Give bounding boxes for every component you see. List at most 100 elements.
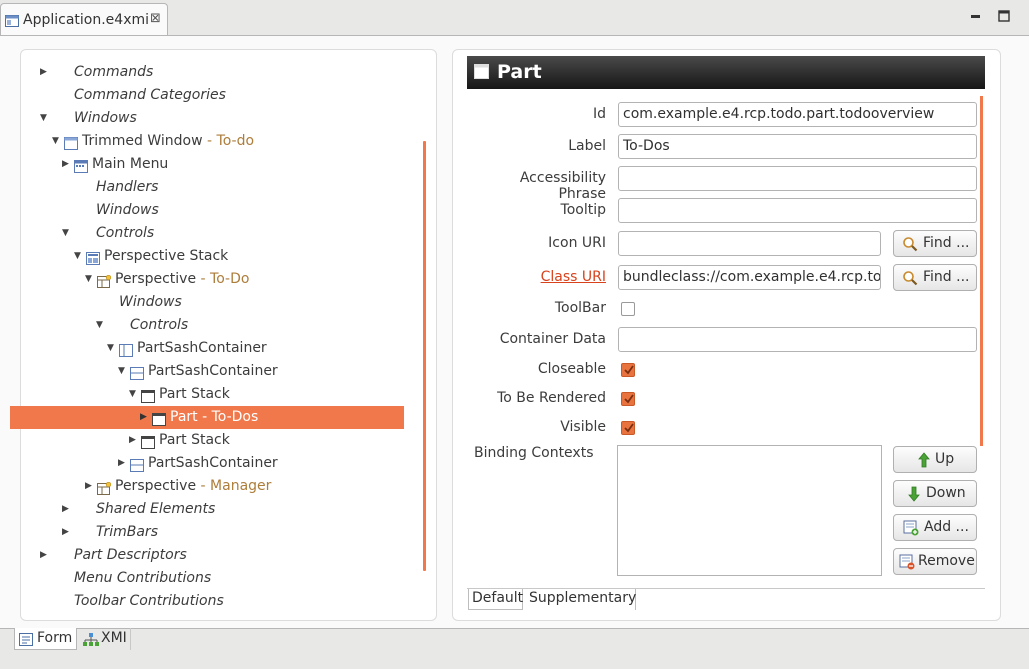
tree-item-label: Commands bbox=[74, 64, 154, 80]
collapsed-arrow-icon[interactable]: ▶ bbox=[40, 544, 50, 567]
binding-contexts-list[interactable] bbox=[617, 445, 882, 576]
collapsed-arrow-icon[interactable]: ▶ bbox=[62, 153, 72, 176]
sash-vertical-icon bbox=[119, 342, 133, 357]
tree-item-label: Windows bbox=[119, 294, 182, 310]
visible-checkbox[interactable] bbox=[621, 421, 635, 435]
collapsed-arrow-icon[interactable]: ▶ bbox=[118, 452, 128, 475]
tree-item[interactable]: ▼ PartSashContainer bbox=[0, 337, 410, 360]
editor-tab-strip: Application.e4xmi ⊠ bbox=[0, 0, 1029, 36]
perspective-icon bbox=[97, 480, 112, 495]
bottom-tabs-divider bbox=[0, 628, 1029, 629]
id-field[interactable]: com.example.e4.rcp.todo.part.todoovervie… bbox=[618, 102, 977, 127]
tree-item[interactable]: ▶ Commands bbox=[0, 61, 410, 84]
tree-item[interactable]: Handlers bbox=[0, 176, 410, 199]
tree-item[interactable]: ▶ Shared Elements bbox=[0, 498, 410, 521]
id-label: Id bbox=[592, 106, 606, 122]
perspective-icon bbox=[97, 273, 112, 288]
tree-item-label: Command Categories bbox=[74, 87, 226, 103]
tree-item-label: Perspective - Manager bbox=[115, 478, 272, 494]
tree-item[interactable]: ▶ Part Descriptors bbox=[0, 544, 410, 567]
expanded-arrow-icon[interactable]: ▼ bbox=[40, 107, 50, 130]
window-icon bbox=[64, 135, 78, 150]
tree-item[interactable]: ▼ PartSashContainer bbox=[0, 360, 410, 383]
add-button[interactable]: Add ... bbox=[893, 514, 977, 541]
remove-item-icon bbox=[899, 554, 915, 579]
editor-tab-application[interactable]: Application.e4xmi ⊠ bbox=[0, 3, 168, 36]
tree-item[interactable]: ▼ Controls bbox=[0, 222, 410, 245]
to-be-rendered-label: To Be Rendered bbox=[497, 390, 606, 406]
accessibility-phrase-field[interactable] bbox=[618, 166, 977, 191]
e4xmi-file-icon bbox=[5, 15, 19, 31]
tree-scrollbar[interactable] bbox=[423, 141, 426, 571]
tree-item[interactable]: Command Categories bbox=[0, 84, 410, 107]
expanded-arrow-icon[interactable]: ▼ bbox=[74, 245, 84, 268]
magnifier-icon bbox=[902, 270, 918, 295]
collapsed-arrow-icon[interactable]: ▶ bbox=[40, 61, 50, 84]
tree-item[interactable]: ▼ Part Stack bbox=[0, 383, 410, 406]
class-uri-link[interactable]: Class URI bbox=[472, 269, 606, 285]
perspective-stack-icon bbox=[86, 250, 100, 265]
label-field[interactable]: To-Dos bbox=[618, 134, 977, 159]
tree-item[interactable]: Menu Contributions bbox=[0, 567, 410, 590]
up-button[interactable]: Up bbox=[893, 446, 977, 473]
tree-item[interactable]: Windows bbox=[0, 199, 410, 222]
expanded-arrow-icon[interactable]: ▼ bbox=[85, 268, 95, 291]
to-be-rendered-checkbox[interactable] bbox=[621, 392, 635, 406]
expanded-arrow-icon[interactable]: ▼ bbox=[107, 337, 117, 360]
tree-item[interactable]: ▶ Part Stack bbox=[0, 429, 410, 452]
tree-item[interactable]: Windows bbox=[0, 291, 410, 314]
tab-supplementary[interactable]: Supplementary bbox=[525, 589, 636, 610]
tree-item[interactable]: ▶ Perspective - Manager bbox=[0, 475, 410, 498]
tree-item-suffix: - To-do bbox=[202, 133, 255, 149]
tree-item[interactable]: ▼ Windows bbox=[0, 107, 410, 130]
collapsed-arrow-icon[interactable]: ▶ bbox=[62, 498, 72, 521]
tree-item[interactable]: ▼ Trimmed Window - To-do bbox=[0, 130, 410, 153]
tab-form[interactable]: Form bbox=[14, 628, 77, 650]
tree-item-label: PartSashContainer bbox=[137, 340, 267, 356]
expanded-arrow-icon[interactable]: ▼ bbox=[96, 314, 106, 337]
part-stack-icon bbox=[141, 434, 155, 449]
maximize-icon[interactable] bbox=[998, 10, 1010, 26]
expanded-arrow-icon[interactable]: ▼ bbox=[52, 130, 62, 153]
collapsed-arrow-icon[interactable]: ▶ bbox=[85, 475, 95, 498]
class-uri-field[interactable]: bundleclass://com.example.e4.rcp.todo.pa… bbox=[618, 265, 881, 290]
magnifier-icon bbox=[902, 236, 918, 261]
icon-uri-field[interactable] bbox=[618, 231, 881, 256]
find-class-button[interactable]: Find ... bbox=[893, 264, 977, 291]
menu-icon bbox=[74, 158, 88, 173]
checkmark-icon bbox=[624, 365, 634, 375]
binding-contexts-label: Binding Contexts bbox=[474, 445, 594, 461]
expanded-arrow-icon[interactable]: ▼ bbox=[62, 222, 72, 245]
toolbar-checkbox[interactable] bbox=[621, 302, 635, 316]
tree-item-label: Shared Elements bbox=[96, 501, 216, 517]
form-icon bbox=[19, 632, 33, 652]
down-button[interactable]: Down bbox=[893, 480, 977, 507]
tree-item-label: Toolbar Contributions bbox=[74, 593, 224, 609]
tree-item[interactable]: ▶ PartSashContainer bbox=[0, 452, 410, 475]
tree-item[interactable]: ▼ Controls bbox=[0, 314, 410, 337]
closeable-checkbox[interactable] bbox=[621, 363, 635, 377]
collapsed-arrow-icon[interactable]: ▶ bbox=[140, 406, 150, 429]
tree-item[interactable]: ▶ Part - To-Dos bbox=[10, 406, 404, 429]
collapsed-arrow-icon[interactable]: ▶ bbox=[62, 521, 72, 544]
tree-item[interactable]: ▶ Main Menu bbox=[0, 153, 410, 176]
tree-item[interactable]: ▼ Perspective - To-Do bbox=[0, 268, 410, 291]
tree-item-label: Part Descriptors bbox=[74, 547, 187, 563]
tree-item[interactable]: ▶ TrimBars bbox=[0, 521, 410, 544]
tooltip-field[interactable] bbox=[618, 198, 977, 223]
close-icon[interactable]: ⊠ bbox=[150, 11, 161, 26]
container-data-field[interactable] bbox=[618, 327, 977, 352]
part-stack-icon bbox=[141, 388, 155, 403]
collapsed-arrow-icon[interactable]: ▶ bbox=[129, 429, 139, 452]
tree-item[interactable]: Toolbar Contributions bbox=[0, 590, 410, 613]
tree-item[interactable]: ▼ Perspective Stack bbox=[0, 245, 410, 268]
minimize-icon[interactable] bbox=[970, 10, 982, 26]
tab-xmi[interactable]: XMI bbox=[79, 628, 131, 650]
tree-item-label: Perspective Stack bbox=[104, 248, 229, 264]
find-icon-button[interactable]: Find ... bbox=[893, 230, 977, 257]
expanded-arrow-icon[interactable]: ▼ bbox=[129, 383, 139, 406]
expanded-arrow-icon[interactable]: ▼ bbox=[118, 360, 128, 383]
tab-default[interactable]: Default bbox=[468, 589, 523, 610]
detail-scrollbar[interactable] bbox=[980, 96, 983, 446]
remove-button[interactable]: Remove bbox=[893, 548, 977, 575]
